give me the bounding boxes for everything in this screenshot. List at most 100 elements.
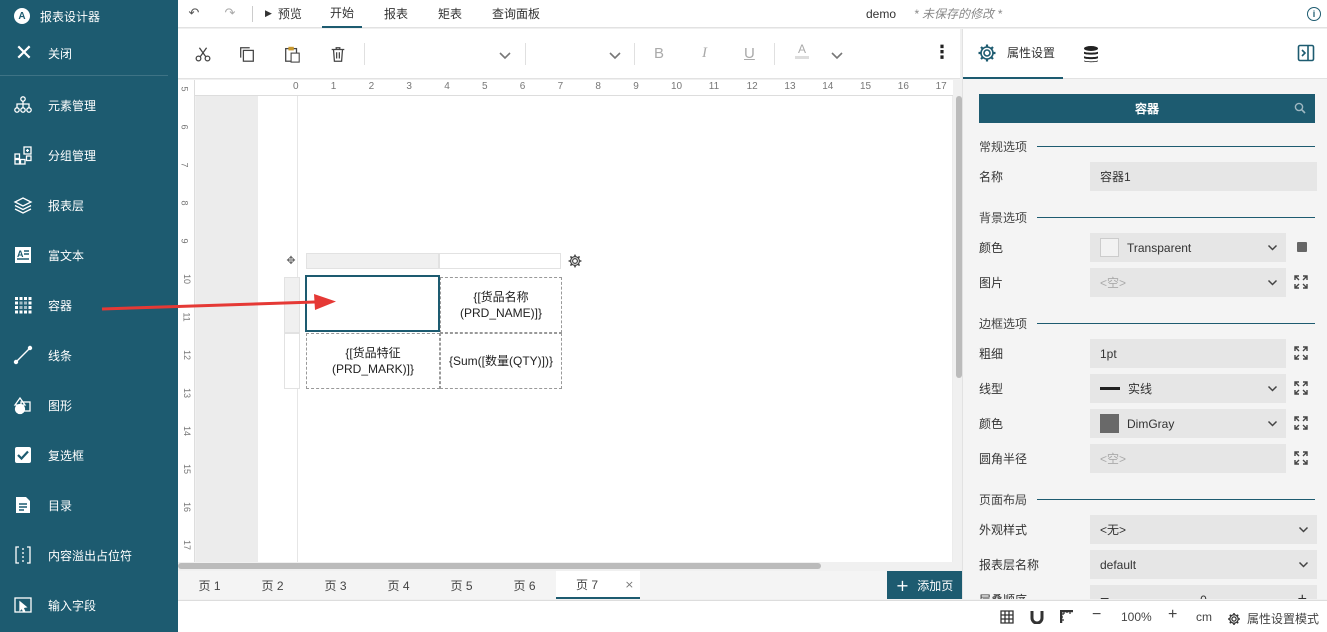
sidebar-item-overflow-placeholder[interactable]: 内容溢出占位符 xyxy=(0,530,178,580)
sidebar-item-line[interactable]: 线条 xyxy=(0,330,178,380)
tab-properties[interactable]: 属性设置 xyxy=(963,29,1064,79)
ruler-tick-label: 11 xyxy=(708,81,720,92)
divider xyxy=(1037,145,1315,147)
expand-icon[interactable] xyxy=(1294,346,1308,360)
sidebar-item-checkbox[interactable]: 复选框 xyxy=(0,430,178,480)
sidebar-item-label: 报表层 xyxy=(48,198,85,213)
add-page-button[interactable]: + 添加页 xyxy=(887,571,962,599)
paste-button[interactable] xyxy=(280,42,304,66)
zoom-out-button[interactable]: − xyxy=(1092,606,1101,624)
ruler-toggle-button[interactable] xyxy=(1059,609,1074,627)
ruler-tick-label: 15 xyxy=(182,463,193,475)
sidebar-item-label: 分组管理 xyxy=(48,148,97,163)
prop-row-appearance: 外观样式 <无> xyxy=(963,512,1327,547)
prop-row-border-radius: 圆角半径 <空> xyxy=(963,441,1327,476)
preview-button[interactable]: ▶ 预览 xyxy=(265,5,302,22)
font-family-dropdown-chevron-icon[interactable] xyxy=(498,48,512,62)
page-tab-1[interactable]: 页 1 xyxy=(178,571,241,599)
undo-button[interactable]: ↶ xyxy=(184,6,204,21)
prop-label: 线型 xyxy=(979,382,1004,396)
page-tab-5[interactable]: 页 5 xyxy=(430,571,493,599)
collapse-panel-icon[interactable] xyxy=(1297,44,1315,62)
expand-icon[interactable] xyxy=(1294,416,1308,430)
close-button[interactable]: ✕ 关闭 xyxy=(0,32,168,76)
prop-row-bg-image: 图片 <空> xyxy=(963,265,1327,300)
cut-button[interactable] xyxy=(191,42,215,66)
z-order-increment-button[interactable]: + xyxy=(1298,591,1307,600)
tab-report[interactable]: 报表 xyxy=(376,0,416,28)
expand-icon[interactable] xyxy=(1294,451,1308,465)
chevron-down-icon xyxy=(1267,385,1278,392)
table-cell-r2c1[interactable]: {[货品特征 (PRD_MARK)]} xyxy=(306,333,440,389)
bg-image-value: <空> xyxy=(1100,276,1127,290)
z-order-stepper[interactable]: − 0 + xyxy=(1090,585,1317,599)
snap-toggle-button[interactable] xyxy=(1030,610,1044,627)
page-tab-4[interactable]: 页 4 xyxy=(367,571,430,599)
zoom-in-button[interactable]: + xyxy=(1168,606,1177,624)
font-color-dropdown-chevron-icon[interactable] xyxy=(830,48,844,62)
sidebar-item-group-manager[interactable]: 分组管理 xyxy=(0,130,178,180)
border-color-select[interactable]: DimGray xyxy=(1090,409,1286,438)
cell-text-line: {[货品特征 xyxy=(345,346,401,360)
sidebar-item-input-field[interactable]: 输入字段 xyxy=(0,580,178,630)
table-cell-r2c2[interactable]: {Sum([数量(QTY)])} xyxy=(440,333,562,389)
close-label: 关闭 xyxy=(48,47,73,61)
expand-icon[interactable] xyxy=(1294,381,1308,395)
close-tab-icon[interactable]: × xyxy=(625,578,634,591)
bg-color-select[interactable]: Transparent xyxy=(1090,233,1286,262)
search-icon xyxy=(1294,102,1306,114)
more-options-icon[interactable]: ⋮ xyxy=(933,42,951,63)
border-radius-field[interactable]: <空> xyxy=(1090,444,1286,473)
font-size-dropdown-chevron-icon[interactable] xyxy=(608,48,622,62)
sidebar-item-toc[interactable]: 目录 xyxy=(0,480,178,530)
delete-button[interactable] xyxy=(326,42,350,66)
column-header-2[interactable] xyxy=(439,253,561,269)
sidebar-item-rich-text[interactable]: A 富文本 xyxy=(0,230,178,280)
tab-matrix[interactable]: 矩表 xyxy=(430,0,470,28)
divider xyxy=(1037,322,1315,324)
element-type-search[interactable]: 容器 xyxy=(979,94,1315,123)
column-header-1[interactable] xyxy=(306,253,439,269)
grid-toggle-button[interactable] xyxy=(1000,610,1014,627)
copy-button[interactable] xyxy=(235,42,259,66)
bold-button[interactable]: B xyxy=(654,45,664,62)
page-tab-3[interactable]: 页 3 xyxy=(304,571,367,599)
page-tab-6[interactable]: 页 6 xyxy=(493,571,556,599)
horizontal-scrollbar[interactable] xyxy=(178,563,821,569)
page-tab-2[interactable]: 页 2 xyxy=(241,571,304,599)
bg-color-value: Transparent xyxy=(1127,240,1192,255)
bg-image-select[interactable]: <空> xyxy=(1090,268,1286,297)
properties-panel-header: 属性设置 xyxy=(963,29,1327,79)
table-settings-gear-icon[interactable] xyxy=(567,253,583,269)
zoom-level[interactable]: 100% xyxy=(1121,610,1152,624)
group-icon xyxy=(12,144,34,166)
expand-icon[interactable] xyxy=(1294,275,1308,289)
database-icon[interactable] xyxy=(1081,44,1101,64)
italic-button[interactable]: I xyxy=(702,45,707,62)
row-header-2[interactable] xyxy=(284,333,300,389)
appearance-select[interactable]: <无> xyxy=(1090,515,1317,544)
unit-selector[interactable]: cm xyxy=(1196,610,1212,624)
border-style-select[interactable]: 实线 xyxy=(1090,374,1286,403)
design-canvas[interactable]: ✥ {[货品名称 (PRD_NAME)]} {[货品特征 (PRD_MARK)]… xyxy=(196,96,953,562)
redo-button[interactable]: ↷ xyxy=(220,6,240,21)
border-width-field[interactable]: 1pt xyxy=(1090,339,1286,368)
tab-home[interactable]: 开始 xyxy=(321,0,362,28)
info-icon[interactable]: i xyxy=(1307,7,1321,21)
property-mode-button[interactable]: 属性设置模式 xyxy=(1227,610,1319,627)
layer-name-select[interactable]: default xyxy=(1090,550,1317,579)
font-color-button[interactable]: A xyxy=(795,42,810,59)
page-tab-7[interactable]: 页 7 × xyxy=(556,571,640,599)
z-order-decrement-button[interactable]: − xyxy=(1100,591,1109,600)
underline-button[interactable]: U xyxy=(744,45,755,62)
sidebar-item-shape[interactable]: 图形 xyxy=(0,380,178,430)
sidebar-item-report-layer[interactable]: 报表层 xyxy=(0,180,178,230)
tab-query-panel[interactable]: 查询面板 xyxy=(484,0,548,28)
table-move-handle-icon[interactable]: ✥ xyxy=(284,254,298,268)
ruler-tick-label: 4 xyxy=(444,81,450,92)
name-field[interactable]: 容器1 xyxy=(1090,162,1317,191)
ruler-tick-label: 12 xyxy=(182,349,193,361)
table-cell-r1c2[interactable]: {[货品名称 (PRD_NAME)]} xyxy=(440,277,562,333)
color-picker-icon[interactable] xyxy=(1297,242,1307,252)
sidebar-item-element-manager[interactable]: 元素管理 xyxy=(0,80,178,130)
